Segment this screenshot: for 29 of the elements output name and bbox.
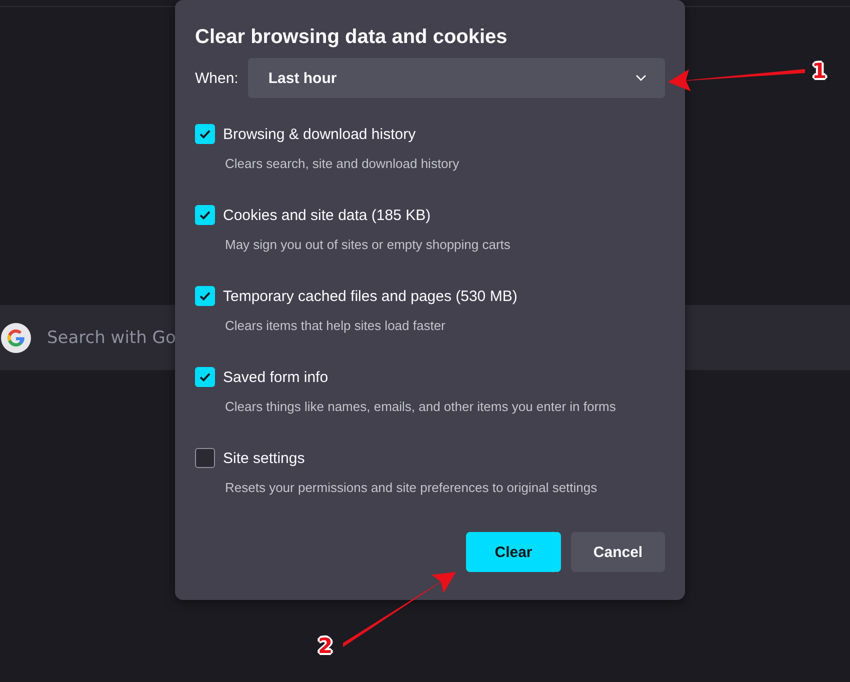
cancel-button[interactable]: Cancel xyxy=(571,532,665,572)
option-label[interactable]: Saved form info xyxy=(223,368,328,386)
dialog-title: Clear browsing data and cookies xyxy=(195,25,508,50)
checkbox[interactable] xyxy=(195,448,215,468)
chevron-down-icon xyxy=(635,74,647,82)
checkmark-icon xyxy=(198,127,212,141)
checkmark-icon xyxy=(198,289,212,303)
option-description: Clears things like names, emails, and other items you enter in forms xyxy=(225,399,617,414)
option-label[interactable]: Browsing & download history xyxy=(223,126,416,142)
checkbox[interactable] xyxy=(195,367,215,387)
option-description: Clears search, site and download history xyxy=(225,156,460,171)
g-logo-icon xyxy=(1,322,31,352)
option-label[interactable]: Temporary cached files and pages (530 MB) xyxy=(223,288,518,304)
time-range-dropdown[interactable]: Last hour xyxy=(248,58,665,98)
option-description: Resets your permissions and site preferences to original settings xyxy=(225,480,598,495)
checkbox[interactable] xyxy=(195,205,215,225)
option-label[interactable]: Cookies and site data (185 KB) xyxy=(223,206,431,224)
search-placeholder[interactable]: Search with Go xyxy=(47,328,176,348)
checkbox[interactable] xyxy=(195,124,215,144)
checkmark-icon xyxy=(198,208,212,222)
option-description: Clears items that help sites load faster xyxy=(225,318,446,333)
when-label: When: xyxy=(195,70,238,86)
annotation-number: 2 xyxy=(318,633,333,659)
option-description: May sign you out of sites or empty shopping carts xyxy=(225,237,512,252)
checkbox[interactable] xyxy=(195,286,215,306)
option-label[interactable]: Site settings xyxy=(223,450,305,466)
annotation-number: 1 xyxy=(812,58,827,84)
checkmark-icon xyxy=(198,370,212,384)
clear-button[interactable]: Clear xyxy=(466,532,561,572)
